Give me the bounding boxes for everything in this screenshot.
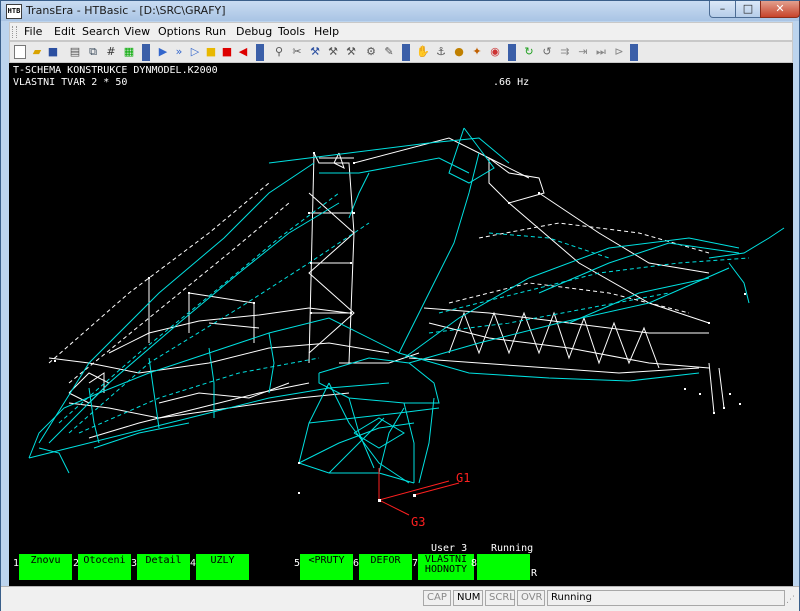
- user-status: User 3: [431, 543, 468, 554]
- toolbar-separator: [256, 44, 264, 61]
- application-window: HTB TransEra - HTBasic - [D:\SRC\GRAFY] …: [0, 0, 800, 611]
- toolbar-separator: [402, 44, 410, 61]
- softkey-defor[interactable]: DEFOR: [359, 554, 412, 580]
- save-icon[interactable]: ■: [46, 45, 60, 59]
- basic-graphics-screen[interactable]: T-SCHEMA KONSTRUKCE DYNMODEL.K2000 VLAST…: [9, 63, 793, 586]
- edit-icon[interactable]: ✎: [382, 45, 396, 59]
- resize-grip-icon[interactable]: ⋰: [786, 595, 796, 605]
- hand-icon[interactable]: ✋: [416, 45, 430, 59]
- breakpoint-icon[interactable]: ⚓: [434, 45, 448, 59]
- menu-file[interactable]: File: [24, 25, 42, 38]
- play-icon[interactable]: ⇉: [558, 45, 572, 59]
- menu-run[interactable]: Run: [205, 25, 226, 38]
- hammer-icon[interactable]: ⚒: [326, 45, 340, 59]
- softkey-8[interactable]: [477, 554, 530, 580]
- softkey-pruty[interactable]: <PRUTY: [300, 554, 353, 580]
- structure-nodes: [54, 152, 746, 502]
- find-icon[interactable]: ⚲: [272, 45, 286, 59]
- softkey-znovu[interactable]: Znovu: [19, 554, 72, 580]
- status-bar: CAP NUM SCRL OVR Running ⋰: [1, 586, 799, 611]
- redo-icon[interactable]: ↻: [522, 45, 536, 59]
- softkey-vlastni-hodnoty[interactable]: VLASTNI HODNOTY: [418, 554, 474, 580]
- status-cap: CAP: [423, 590, 451, 606]
- open-icon[interactable]: ▰: [30, 45, 44, 59]
- pause-icon[interactable]: ■: [204, 45, 218, 59]
- last-icon[interactable]: ⊳: [612, 45, 626, 59]
- arrow-icon[interactable]: ◉: [488, 45, 502, 59]
- structure-cyan-members: [28, 127, 785, 484]
- toolbar-separator: [142, 44, 150, 61]
- copy-icon[interactable]: ⧉: [86, 45, 100, 59]
- status-ovr: OVR: [517, 590, 545, 606]
- menu-help[interactable]: Help: [314, 25, 339, 38]
- run-status: Running: [491, 543, 534, 554]
- status-num: NUM: [453, 590, 483, 606]
- toolbar-separator: [508, 44, 516, 61]
- step-icon[interactable]: ▷: [188, 45, 202, 59]
- maximize-button[interactable]: □: [735, 1, 761, 18]
- grid-icon[interactable]: ▦: [122, 45, 136, 59]
- r-marker: R: [531, 568, 538, 579]
- status-running: Running: [547, 590, 785, 606]
- cut-icon[interactable]: ✂: [290, 45, 304, 59]
- back-icon[interactable]: ◀: [236, 45, 250, 59]
- end-icon[interactable]: ⇥: [576, 45, 590, 59]
- label-g1: G1: [456, 471, 471, 485]
- softkey-uzly[interactable]: UZLY: [196, 554, 249, 580]
- hash-icon[interactable]: #: [104, 45, 118, 59]
- app-icon[interactable]: HTB: [6, 4, 22, 19]
- toolbar: ▰ ■ ▤ ⧉ # ▦ ▶ » ▷ ■ ■ ◀ ⚲ ✂ ⚒ ⚒ ⚒ ⚙ ✎ ✋ …: [9, 41, 793, 63]
- close-button[interactable]: ✕: [760, 1, 800, 18]
- run-icon[interactable]: ▶: [156, 45, 170, 59]
- watch-icon[interactable]: ●: [452, 45, 466, 59]
- minimize-button[interactable]: –: [709, 1, 736, 18]
- structure-wireframe: [28, 127, 785, 516]
- status-scrl: SCRL: [485, 590, 515, 606]
- label-g3: G3: [411, 515, 426, 529]
- structure-cyan-dashed: [58, 192, 750, 434]
- menu-bar: File Edit Search View Options Run Debug …: [9, 22, 793, 41]
- stop-icon[interactable]: ■: [220, 45, 234, 59]
- menu-search[interactable]: Search: [82, 25, 120, 38]
- tools-icon[interactable]: ⚒: [344, 45, 358, 59]
- toolbar-separator: [630, 44, 638, 61]
- new-icon[interactable]: [14, 45, 26, 59]
- window-title: TransEra - HTBasic - [D:\SRC\GRAFY]: [26, 4, 226, 17]
- continue-icon[interactable]: »: [172, 45, 186, 59]
- menu-edit[interactable]: Edit: [54, 25, 75, 38]
- print-icon[interactable]: ▤: [68, 45, 82, 59]
- title-bar[interactable]: HTB TransEra - HTBasic - [D:\SRC\GRAFY] …: [1, 1, 800, 21]
- menu-options[interactable]: Options: [158, 25, 200, 38]
- structure-white-dashed: [48, 182, 710, 384]
- softkey-detail[interactable]: Detail: [137, 554, 190, 580]
- menu-grip[interactable]: [12, 26, 17, 38]
- wrench-icon[interactable]: ⚒: [308, 45, 322, 59]
- compile-icon[interactable]: ⚙: [364, 45, 378, 59]
- menu-view[interactable]: View: [124, 25, 150, 38]
- menu-debug[interactable]: Debug: [236, 25, 272, 38]
- support-markers: [378, 468, 460, 516]
- help-icon[interactable]: ✦: [470, 45, 484, 59]
- softkey-otoceni[interactable]: Otoceni: [78, 554, 131, 580]
- step-end-icon[interactable]: ⏭: [594, 45, 608, 59]
- undo-icon[interactable]: ↺: [540, 45, 554, 59]
- menu-tools[interactable]: Tools: [278, 25, 305, 38]
- structure-white-members: [48, 137, 725, 439]
